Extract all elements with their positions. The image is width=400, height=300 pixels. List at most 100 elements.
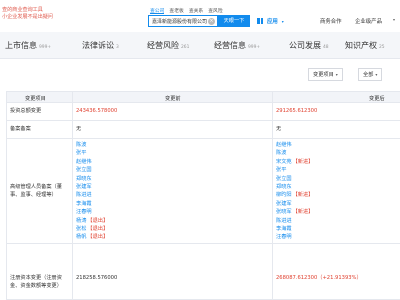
row-before-value: 218258.576000 — [76, 275, 118, 281]
person-link[interactable]: 赵继伟 — [76, 158, 108, 166]
logo-line-1: 查的商业查询工具 — [2, 7, 43, 13]
filter-label: 全部 — [363, 72, 374, 78]
row-before-value: 243436.578000 — [76, 108, 118, 114]
person-link[interactable]: 陈波 — [76, 141, 108, 149]
enterprise-product-link[interactable]: 企业级产品 — [355, 17, 382, 25]
person-link[interactable]: 张平 — [276, 166, 313, 174]
person-name: 杨帆 — [76, 234, 87, 241]
table-header-row: 变更项目 变更前 变更后 — [6, 91, 400, 102]
header-cell-before: 变更前 — [73, 92, 273, 102]
period-filter[interactable]: 全部 ▾ — [358, 68, 383, 81]
person-link[interactable]: 张建军 — [76, 183, 108, 191]
tab-label: 知识产权 — [345, 41, 377, 50]
cell-after: 赵继伟 陈波 宋文苑【新进】 张平 张立国 郑晓东 柳旳阳【新进】 张建军 张晓军【新进】 陈进进… — [273, 139, 400, 243]
section-tabbar: 上市信息 999+ 法律诉讼 3 经营风险 261 经营信息 999+ 公司发展 48 知… — [0, 32, 400, 59]
business-cooperation-link[interactable]: 商务合作 — [320, 17, 342, 25]
after-name-list: 赵继伟 陈波 宋文苑【新进】 张平 张立国 郑晓东 柳旳阳【新进】 张建军 张晓军【新进】 陈进进… — [276, 141, 313, 242]
grid-icon — [257, 18, 263, 24]
cell-item: 投资总额变更 — [7, 103, 73, 120]
person-link[interactable]: 李海霞 — [276, 225, 313, 233]
cell-before: 陈波 张平 赵继伟 张立国 郑晓东 张建军 陈进进 李海霞 汪春明 杨涛【退出】 张松【退出】 杨帆【… — [73, 139, 273, 243]
change-tag: 【退出】 — [87, 226, 109, 233]
person-link[interactable]: 张晓军【新进】 — [276, 208, 313, 216]
row-item-text: 投资总额变更 — [10, 108, 42, 114]
search-button[interactable]: 天眼一下 — [218, 15, 250, 27]
header-cell-item: 变更项目 — [7, 92, 73, 102]
person-name: 李海霞 — [276, 226, 292, 233]
chevron-down-icon: ▾ — [335, 72, 338, 77]
person-link[interactable]: 郑晓东 — [76, 175, 108, 183]
search-box[interactable]: 嘉泽新能源股份有限公司 × — [148, 15, 218, 27]
person-name: 陈进进 — [76, 192, 92, 199]
person-link[interactable]: 陈进进 — [276, 217, 313, 225]
person-name: 宋文苑 — [276, 158, 292, 165]
person-link[interactable]: 汪春明 — [276, 233, 313, 241]
cell-before: 无 — [73, 121, 273, 138]
person-name: 汪春明 — [276, 234, 292, 241]
person-link[interactable]: 柳旳阳【新进】 — [276, 191, 313, 199]
person-link[interactable]: 宋文苑【新进】 — [276, 158, 313, 166]
person-name: 张立国 — [76, 167, 92, 174]
cell-before: 218258.576000 — [73, 244, 273, 299]
person-name: 赵继伟 — [76, 158, 92, 165]
row-after-value: 268087.612300 — [276, 275, 318, 281]
tab-company-development[interactable]: 公司发展 48 — [289, 40, 329, 51]
cell-after: 291265.612300 — [273, 103, 400, 120]
app-menu-label: 应用 — [267, 19, 278, 25]
enterprise-chevron-icon[interactable]: ▾ — [393, 17, 395, 22]
scope-tab-relation[interactable]: 查关系 — [189, 7, 203, 14]
tab-intellectual-property[interactable]: 知识产权 25 — [345, 40, 385, 51]
person-link[interactable]: 杨帆【退出】 — [76, 233, 108, 241]
change-tag: 【新进】 — [292, 192, 314, 199]
person-link[interactable]: 张立国 — [76, 166, 108, 174]
person-name: 柳旳阳 — [276, 192, 292, 199]
row-before-value: 无 — [76, 126, 82, 132]
search-input[interactable]: 嘉泽新能源股份有限公司 — [152, 18, 210, 25]
site-logo[interactable]: 查的商业查询工具 小企业发展不是出疑问 — [0, 6, 53, 24]
scope-tab-boss[interactable]: 查老板 — [169, 7, 183, 14]
change-tag: 【新进】 — [292, 209, 314, 216]
person-link[interactable]: 杨涛【退出】 — [76, 217, 108, 225]
table-row: 备案备案 无 无 — [6, 120, 400, 138]
person-link[interactable]: 陈波 — [276, 149, 313, 157]
tab-business-info[interactable]: 经营信息 999+ — [214, 40, 260, 51]
scope-tab-company[interactable]: 查公司 — [150, 7, 165, 14]
change-tag: 【新进】 — [292, 158, 314, 165]
person-link[interactable]: 汪春明 — [76, 208, 108, 216]
tab-litigation[interactable]: 法律诉讼 3 — [82, 40, 119, 51]
tab-label: 上市信息 — [5, 41, 37, 50]
tab-listing-info[interactable]: 上市信息 999+ — [5, 40, 51, 51]
person-link[interactable]: 张松【退出】 — [76, 225, 108, 233]
person-link[interactable]: 张平 — [76, 149, 108, 157]
tab-label: 经营信息 — [214, 41, 246, 50]
search-scope-tabs: 查公司 查老板 查关系 查风险 — [150, 7, 223, 14]
tab-count: 25 — [379, 45, 385, 50]
person-name: 陈进进 — [276, 217, 292, 224]
tab-count: 3 — [116, 45, 119, 50]
person-link[interactable]: 赵继伟 — [276, 141, 313, 149]
person-link[interactable]: 张建军 — [276, 200, 313, 208]
person-link[interactable]: 陈进进 — [76, 191, 108, 199]
person-link[interactable]: 李海霞 — [76, 200, 108, 208]
tab-count: 261 — [181, 45, 190, 50]
person-link[interactable]: 郑晓东 — [276, 183, 313, 191]
cell-after: 无 — [273, 121, 400, 138]
scope-tab-risk[interactable]: 查风险 — [208, 7, 222, 14]
clear-icon[interactable]: × — [208, 18, 215, 25]
header-item-label: 变更项目 — [25, 96, 46, 102]
app-menu[interactable]: 应用 ▾ — [257, 15, 284, 27]
person-name: 陈波 — [276, 150, 287, 157]
person-name: 汪春明 — [76, 209, 92, 216]
table-row: 投资总额变更 243436.578000 291265.612300 — [6, 102, 400, 120]
logo-line-2: 小企业发展不是出疑问 — [2, 14, 53, 20]
table-row: 注册资本变更（注册资 金、资金数额等变更） 218258.576000 2680… — [6, 243, 400, 300]
header-after-label: 变更后 — [369, 96, 385, 102]
person-link[interactable]: 张立国 — [276, 175, 313, 183]
person-name: 杨涛 — [76, 217, 87, 224]
change-tag: 【退出】 — [87, 217, 109, 224]
cell-after: 268087.612300（+21.91393%） — [273, 244, 400, 299]
change-item-filter[interactable]: 变更项目 ▾ — [308, 68, 343, 81]
tab-business-risk[interactable]: 经营风险 261 — [147, 40, 189, 51]
person-name: 郑晓东 — [76, 175, 92, 182]
person-name: 张松 — [76, 226, 87, 233]
